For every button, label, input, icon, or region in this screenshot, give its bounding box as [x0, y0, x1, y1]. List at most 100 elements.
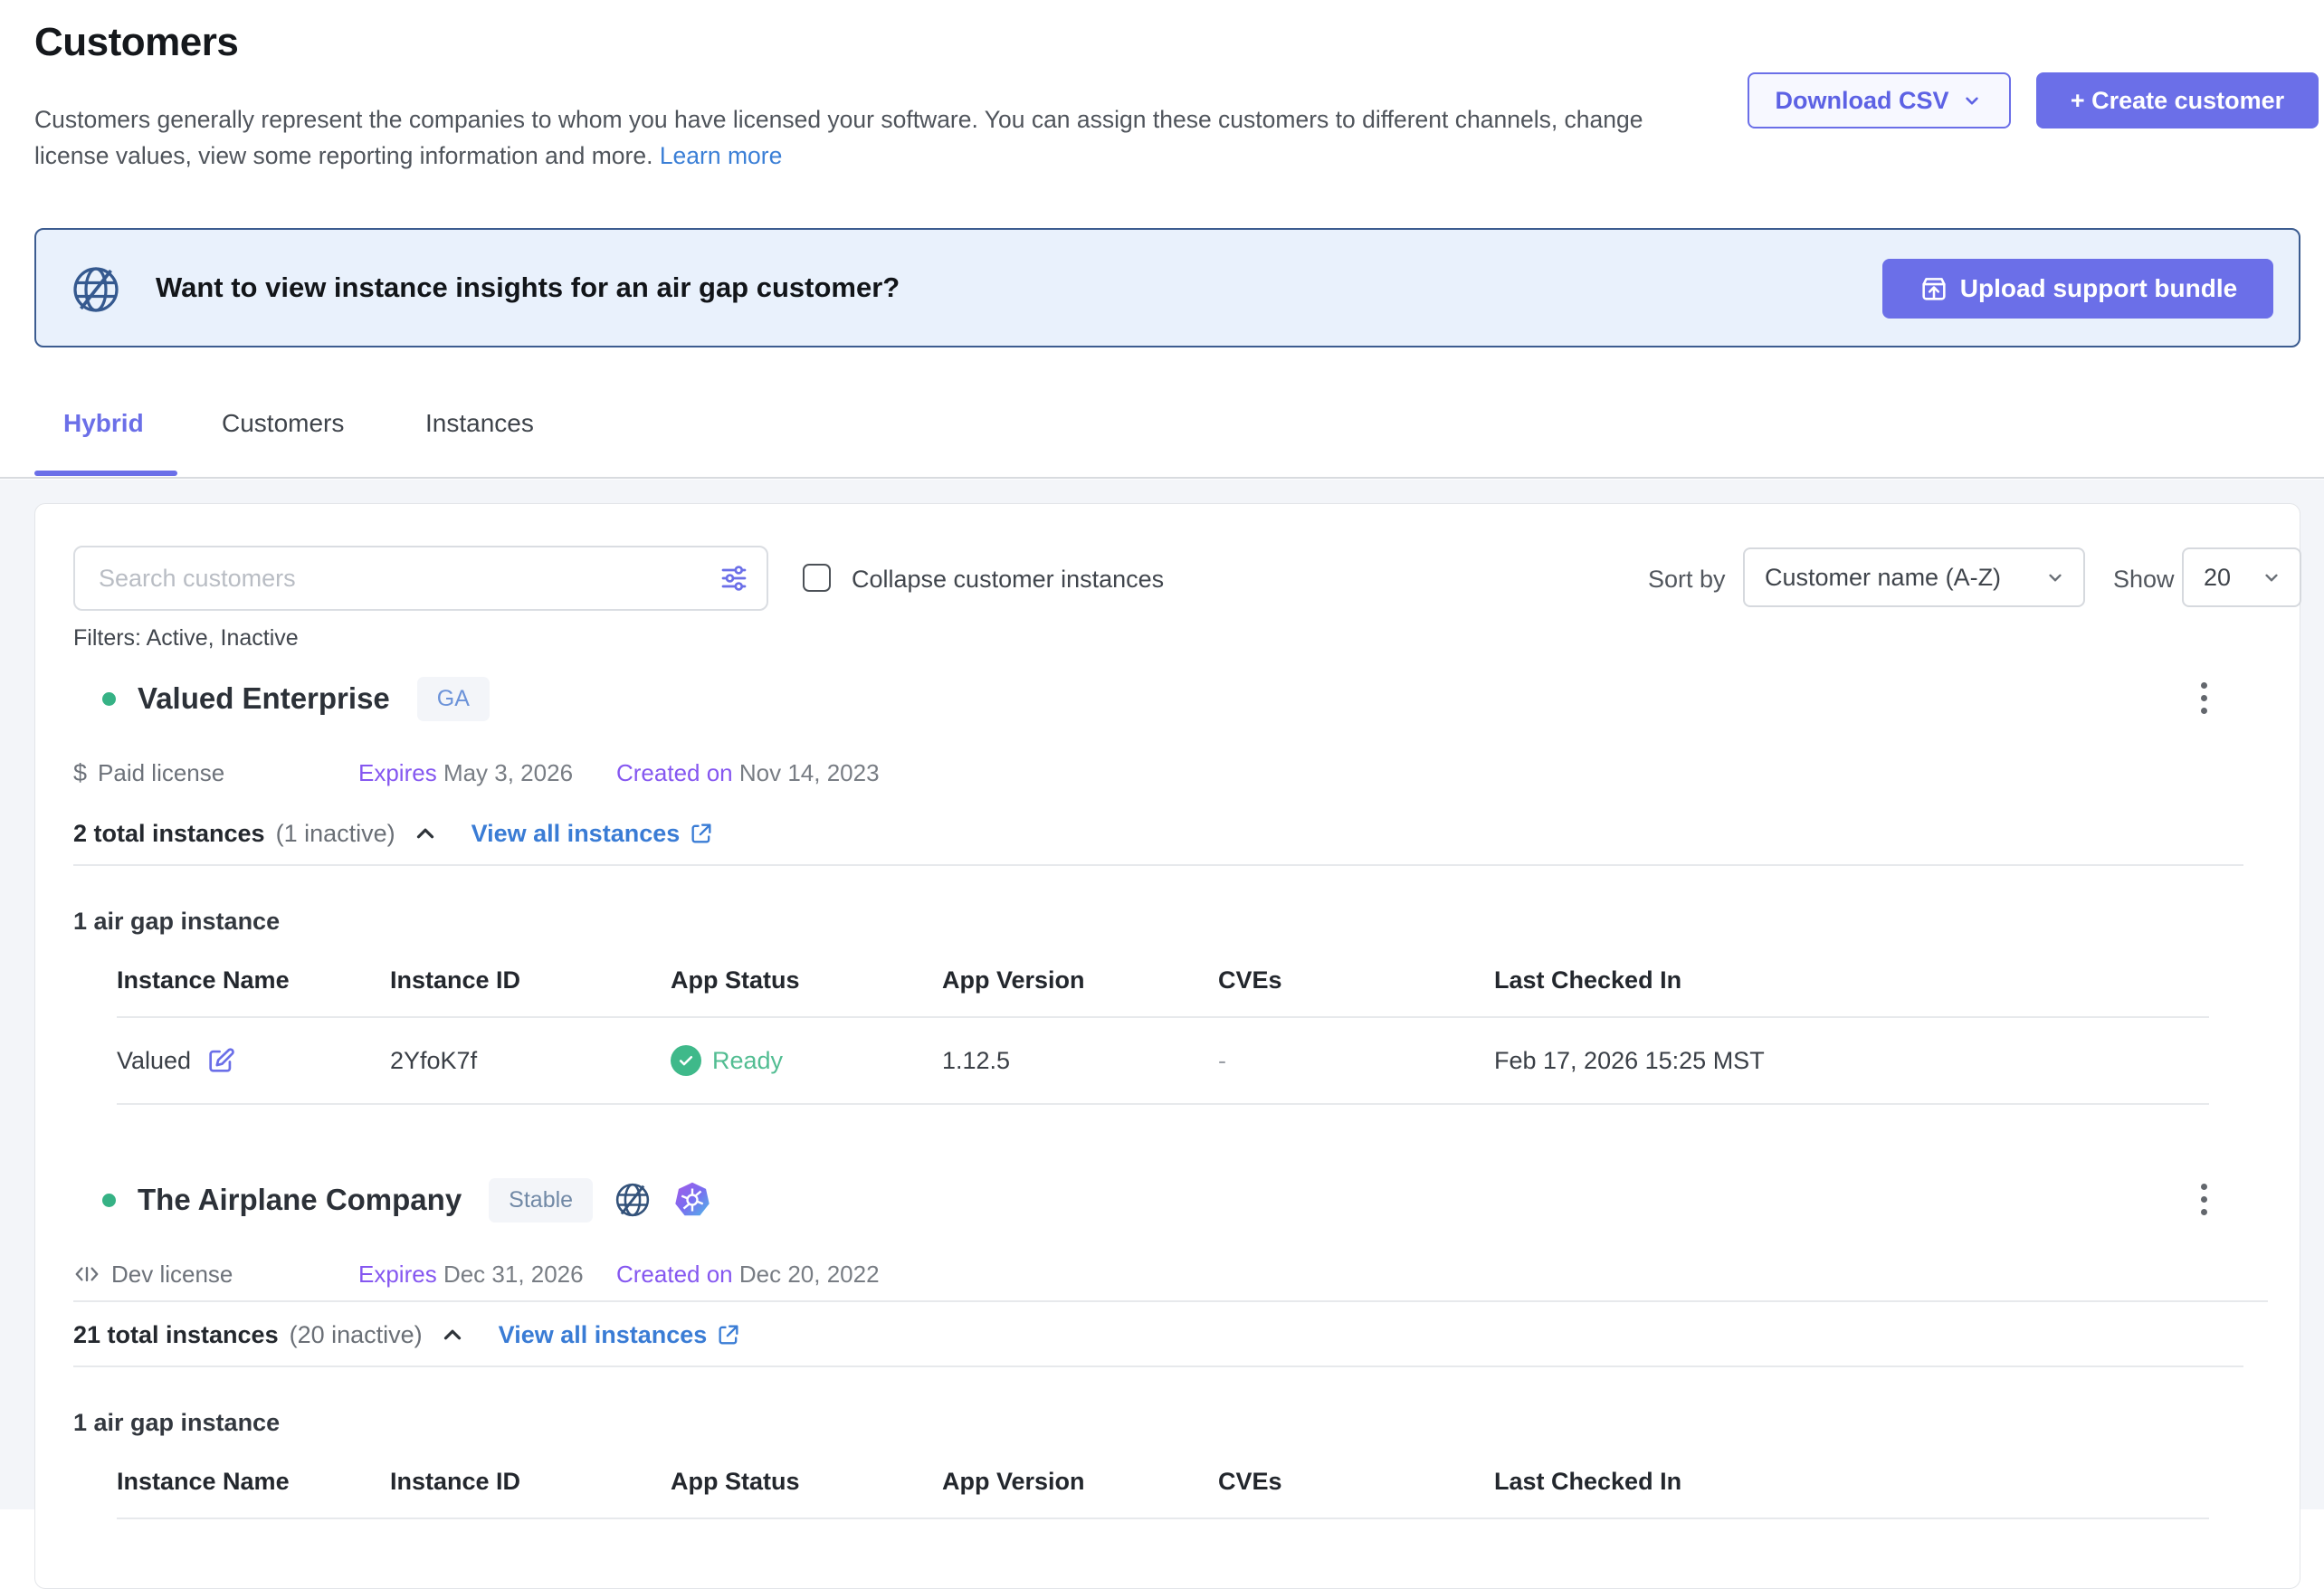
table-row: Valued 2YfoK7f Ready 1.12.5 - Feb 17, 20…	[117, 1018, 2209, 1105]
collapse-chevron-up-icon[interactable]	[439, 1321, 466, 1348]
active-status-dot	[102, 692, 116, 706]
expires-date: Dec 31, 2026	[443, 1261, 584, 1288]
col-app-status: App Status	[671, 1468, 942, 1496]
expires-date: May 3, 2026	[443, 759, 573, 786]
filters-note: Filters: Active, Inactive	[73, 625, 299, 652]
created-on-label: Created on	[616, 759, 733, 786]
collapse-instances-checkbox[interactable]	[803, 564, 831, 592]
view-all-instances-label: View all instances	[471, 820, 681, 848]
upload-support-bundle-label: Upload support bundle	[1960, 274, 2237, 303]
customer-menu-button[interactable]	[2184, 672, 2224, 723]
show-label: Show	[2113, 566, 2175, 594]
channel-badge: Stable	[489, 1178, 593, 1223]
show-select-value: 20	[2204, 564, 2231, 592]
table-header-row: Instance Name Instance ID App Status App…	[117, 1468, 2209, 1519]
instance-name: Valued	[117, 1047, 191, 1075]
search-customers-field	[73, 546, 768, 611]
license-type: Paid license	[98, 759, 224, 787]
customer-card-valued-enterprise: Valued Enterprise GA $ Paid license Expi…	[35, 669, 2301, 1105]
learn-more-link[interactable]: Learn more	[660, 142, 783, 169]
app-status: Ready	[712, 1047, 783, 1075]
tab-customers[interactable]: Customers	[222, 409, 344, 438]
collapse-chevron-up-icon[interactable]	[412, 820, 439, 847]
airgap-instances-table: Instance Name Instance ID App Status App…	[117, 1468, 2209, 1519]
external-link-icon	[716, 1322, 741, 1347]
channel-badge: GA	[417, 677, 490, 721]
col-instance-id: Instance ID	[390, 1468, 671, 1496]
customer-menu-button[interactable]	[2184, 1174, 2224, 1224]
cves-value: -	[1218, 1047, 1494, 1075]
section-divider	[73, 864, 2243, 866]
ready-check-icon	[671, 1045, 701, 1076]
download-csv-label: Download CSV	[1775, 87, 1948, 115]
create-customer-button[interactable]: + Create customer	[2036, 72, 2319, 128]
created-on-label: Created on	[616, 1261, 733, 1288]
active-status-dot	[102, 1194, 116, 1207]
page-title: Customers	[34, 20, 238, 65]
table-header-row: Instance Name Instance ID App Status App…	[117, 966, 2209, 1018]
dollar-icon: $	[73, 759, 87, 787]
license-type: Dev license	[111, 1261, 233, 1289]
airgap-instances-heading: 1 air gap instance	[73, 1409, 2243, 1437]
view-all-instances-link[interactable]: View all instances	[471, 820, 715, 848]
external-link-icon	[689, 821, 714, 846]
chevron-down-icon	[2043, 566, 2067, 589]
filter-sliders-icon[interactable]	[718, 562, 750, 595]
col-instance-name: Instance Name	[117, 1468, 390, 1496]
tab-hybrid[interactable]: Hybrid	[63, 409, 144, 438]
total-instances: 21 total instances	[73, 1321, 279, 1349]
view-all-instances-label: View all instances	[499, 1321, 708, 1349]
created-date: Nov 14, 2023	[739, 759, 880, 786]
upload-support-bundle-button[interactable]: Upload support bundle	[1882, 259, 2273, 319]
sort-by-label: Sort by	[1648, 566, 1726, 594]
collapse-instances-label: Collapse customer instances	[852, 566, 1164, 594]
col-cves: CVEs	[1218, 966, 1494, 994]
air-gap-banner: Want to view instance insights for an ai…	[34, 228, 2300, 347]
create-customer-label: + Create customer	[2071, 87, 2284, 115]
airgap-instances-heading: 1 air gap instance	[73, 908, 2243, 936]
download-csv-button[interactable]: Download CSV	[1748, 72, 2011, 128]
air-gap-globe-icon	[69, 262, 123, 317]
col-cves: CVEs	[1218, 1468, 1494, 1496]
col-last-checked-in: Last Checked In	[1494, 1468, 2209, 1496]
page-description-text: Customers generally represent the compan…	[34, 106, 1643, 169]
airgap-instances-table: Instance Name Instance ID App Status App…	[117, 966, 2209, 1105]
upload-icon	[1919, 273, 1949, 304]
created-date: Dec 20, 2022	[739, 1261, 880, 1288]
total-instances: 2 total instances	[73, 820, 265, 848]
col-last-checked-in: Last Checked In	[1494, 966, 2209, 994]
show-select[interactable]: 20	[2182, 547, 2301, 607]
sort-select-value: Customer name (A-Z)	[1765, 564, 2001, 592]
customer-name[interactable]: The Airplane Company	[138, 1183, 462, 1217]
col-app-version: App Version	[942, 966, 1218, 994]
app-version: 1.12.5	[942, 1047, 1218, 1075]
section-divider	[73, 1365, 2243, 1367]
expires-label: Expires	[358, 759, 437, 786]
code-icon	[73, 1261, 100, 1288]
customer-card-the-airplane-company: The Airplane Company Stable	[35, 1170, 2301, 1519]
last-checked-in: Feb 17, 2026 15:25 MST	[1494, 1047, 2209, 1075]
chevron-down-icon	[2260, 566, 2283, 589]
inactive-instances-note: (20 inactive)	[290, 1321, 423, 1349]
banner-title: Want to view instance insights for an ai…	[156, 271, 900, 304]
col-app-version: App Version	[942, 1468, 1218, 1496]
col-instance-name: Instance Name	[117, 966, 390, 994]
inactive-instances-note: (1 inactive)	[276, 820, 395, 848]
chevron-down-icon	[1960, 89, 1984, 112]
kubernetes-icon	[672, 1180, 712, 1220]
col-app-status: App Status	[671, 966, 942, 994]
active-tab-underline	[34, 471, 177, 476]
view-all-instances-link[interactable]: View all instances	[499, 1321, 742, 1349]
col-instance-id: Instance ID	[390, 966, 671, 994]
search-input[interactable]	[73, 546, 768, 611]
customers-panel: Collapse customer instances Sort by Cust…	[34, 503, 2300, 1589]
edit-icon[interactable]	[205, 1045, 236, 1076]
expires-label: Expires	[358, 1261, 437, 1288]
tabs-divider	[0, 477, 2324, 479]
instance-id: 2YfoK7f	[390, 1047, 671, 1075]
air-gap-globe-icon	[613, 1180, 652, 1220]
sort-select[interactable]: Customer name (A-Z)	[1743, 547, 2085, 607]
customer-name[interactable]: Valued Enterprise	[138, 681, 390, 716]
page-description: Customers generally represent the compan…	[34, 101, 1663, 174]
tab-instances[interactable]: Instances	[425, 409, 534, 438]
